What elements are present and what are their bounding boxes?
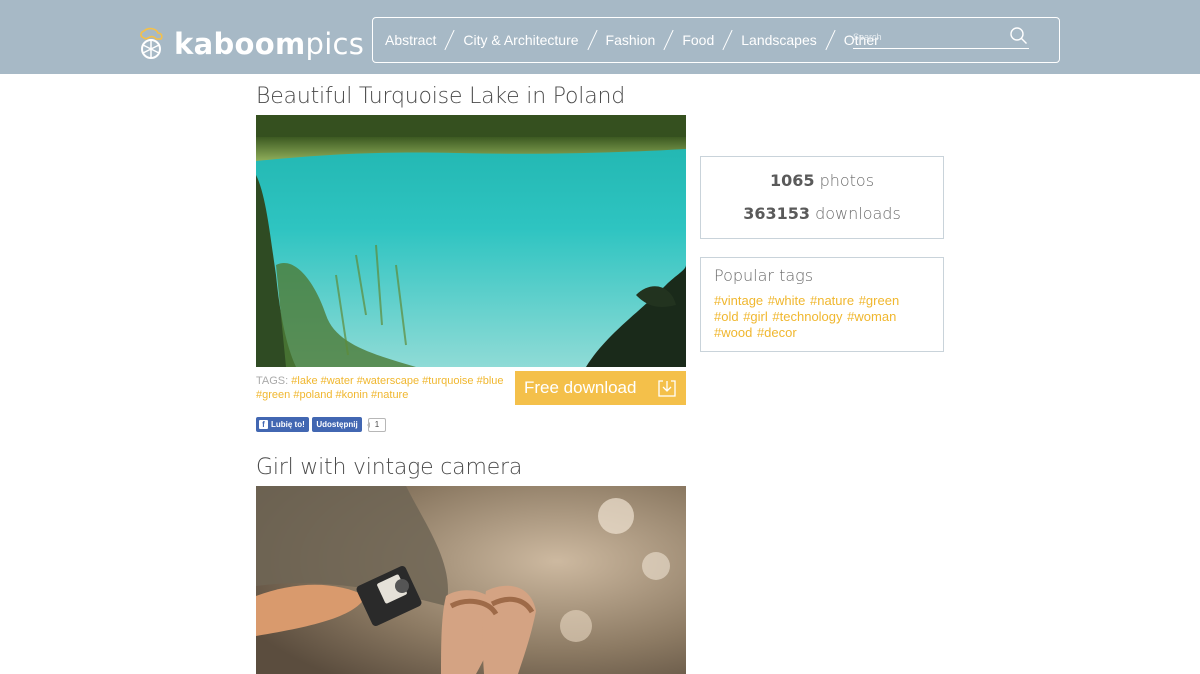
post-title[interactable]: Beautiful Turquoise Lake in Poland bbox=[256, 84, 625, 109]
post-tags: TAGS: #lake #water #waterscape #turquois… bbox=[256, 374, 506, 402]
popular-tag-link[interactable]: #wood bbox=[714, 325, 752, 340]
free-download-button[interactable]: Free download bbox=[515, 371, 686, 405]
facebook-share-button[interactable]: Udostępnij bbox=[312, 417, 362, 432]
facebook-like-label: Lubię to! bbox=[271, 420, 305, 429]
tag-link[interactable]: #water bbox=[321, 375, 354, 387]
search-icon[interactable] bbox=[1009, 26, 1029, 46]
nav-separator bbox=[722, 30, 734, 50]
tag-link[interactable]: #konin bbox=[336, 389, 368, 401]
popular-tag-link[interactable]: #old bbox=[714, 309, 739, 324]
popular-tags-title: Popular tags bbox=[714, 266, 814, 285]
nav-separator bbox=[444, 30, 456, 50]
tag-link[interactable]: #blue bbox=[477, 375, 504, 387]
popular-tags-list: #vintage #white #nature #green #old #gir… bbox=[714, 293, 930, 341]
popular-tag-link[interactable]: #nature bbox=[810, 293, 854, 308]
facebook-share-label: Udostępnij bbox=[316, 420, 358, 429]
logo-text: kaboompics bbox=[174, 27, 364, 61]
facebook-icon: f bbox=[259, 420, 268, 429]
downloads-stat: 363153 downloads bbox=[701, 204, 943, 223]
facebook-like-button[interactable]: f Lubię to! bbox=[256, 417, 309, 432]
site-header: kaboompics Abstract City & Architecture … bbox=[0, 0, 1200, 74]
photos-stat: 1065 photos bbox=[701, 171, 943, 190]
logo-text-light: pics bbox=[305, 27, 365, 61]
tag-link[interactable]: #lake bbox=[291, 375, 317, 387]
nav-separator bbox=[825, 30, 837, 50]
logo-mark-icon bbox=[140, 27, 163, 59]
search-input[interactable] bbox=[853, 26, 1003, 48]
nav-item-landscapes[interactable]: Landscapes bbox=[741, 32, 817, 48]
site-logo[interactable]: kaboompics bbox=[136, 27, 364, 61]
tag-link[interactable]: #turquoise bbox=[422, 375, 473, 387]
site-stats-box: 1065 photos 363153 downloads bbox=[700, 156, 944, 239]
nav-separator bbox=[663, 30, 675, 50]
nav-item-city-architecture[interactable]: City & Architecture bbox=[463, 32, 578, 48]
logo-text-bold: kaboom bbox=[174, 27, 306, 61]
tags-label: TAGS: bbox=[256, 375, 289, 387]
facebook-buttons: f Lubię to! Udostępnij 1 bbox=[256, 417, 386, 432]
popular-tag-link[interactable]: #technology bbox=[772, 309, 842, 324]
nav-item-abstract[interactable]: Abstract bbox=[385, 32, 436, 48]
nav-item-fashion[interactable]: Fashion bbox=[606, 32, 656, 48]
popular-tag-link[interactable]: #girl bbox=[743, 309, 768, 324]
tag-link[interactable]: #nature bbox=[371, 389, 408, 401]
popular-tag-link[interactable]: #woman bbox=[847, 309, 896, 324]
popular-tag-link[interactable]: #white bbox=[768, 293, 806, 308]
post-title[interactable]: Girl with vintage camera bbox=[256, 455, 522, 480]
search-box bbox=[853, 26, 1029, 49]
download-icon bbox=[658, 380, 676, 397]
downloads-label: downloads bbox=[815, 204, 901, 223]
popular-tag-link[interactable]: #vintage bbox=[714, 293, 763, 308]
free-download-label: Free download bbox=[524, 378, 637, 397]
facebook-like-count: 1 bbox=[367, 417, 386, 432]
popular-tags-box: Popular tags #vintage #white #nature #gr… bbox=[700, 257, 944, 352]
tag-link[interactable]: #waterscape bbox=[357, 375, 419, 387]
popular-tag-link[interactable]: #decor bbox=[757, 325, 797, 340]
photos-label: photos bbox=[819, 171, 875, 190]
post-photo-turquoise-lake[interactable] bbox=[256, 115, 686, 367]
popular-tag-link[interactable]: #green bbox=[859, 293, 899, 308]
nav-item-food[interactable]: Food bbox=[682, 32, 714, 48]
post-photo-girl-vintage-camera[interactable] bbox=[256, 486, 686, 674]
main-nav: Abstract City & Architecture Fashion Foo… bbox=[372, 17, 1060, 63]
nav-separator bbox=[587, 30, 599, 50]
downloads-count: 363153 bbox=[743, 204, 810, 223]
tag-link[interactable]: #poland bbox=[293, 389, 332, 401]
tag-link[interactable]: #green bbox=[256, 389, 290, 401]
photos-count: 1065 bbox=[769, 171, 815, 190]
